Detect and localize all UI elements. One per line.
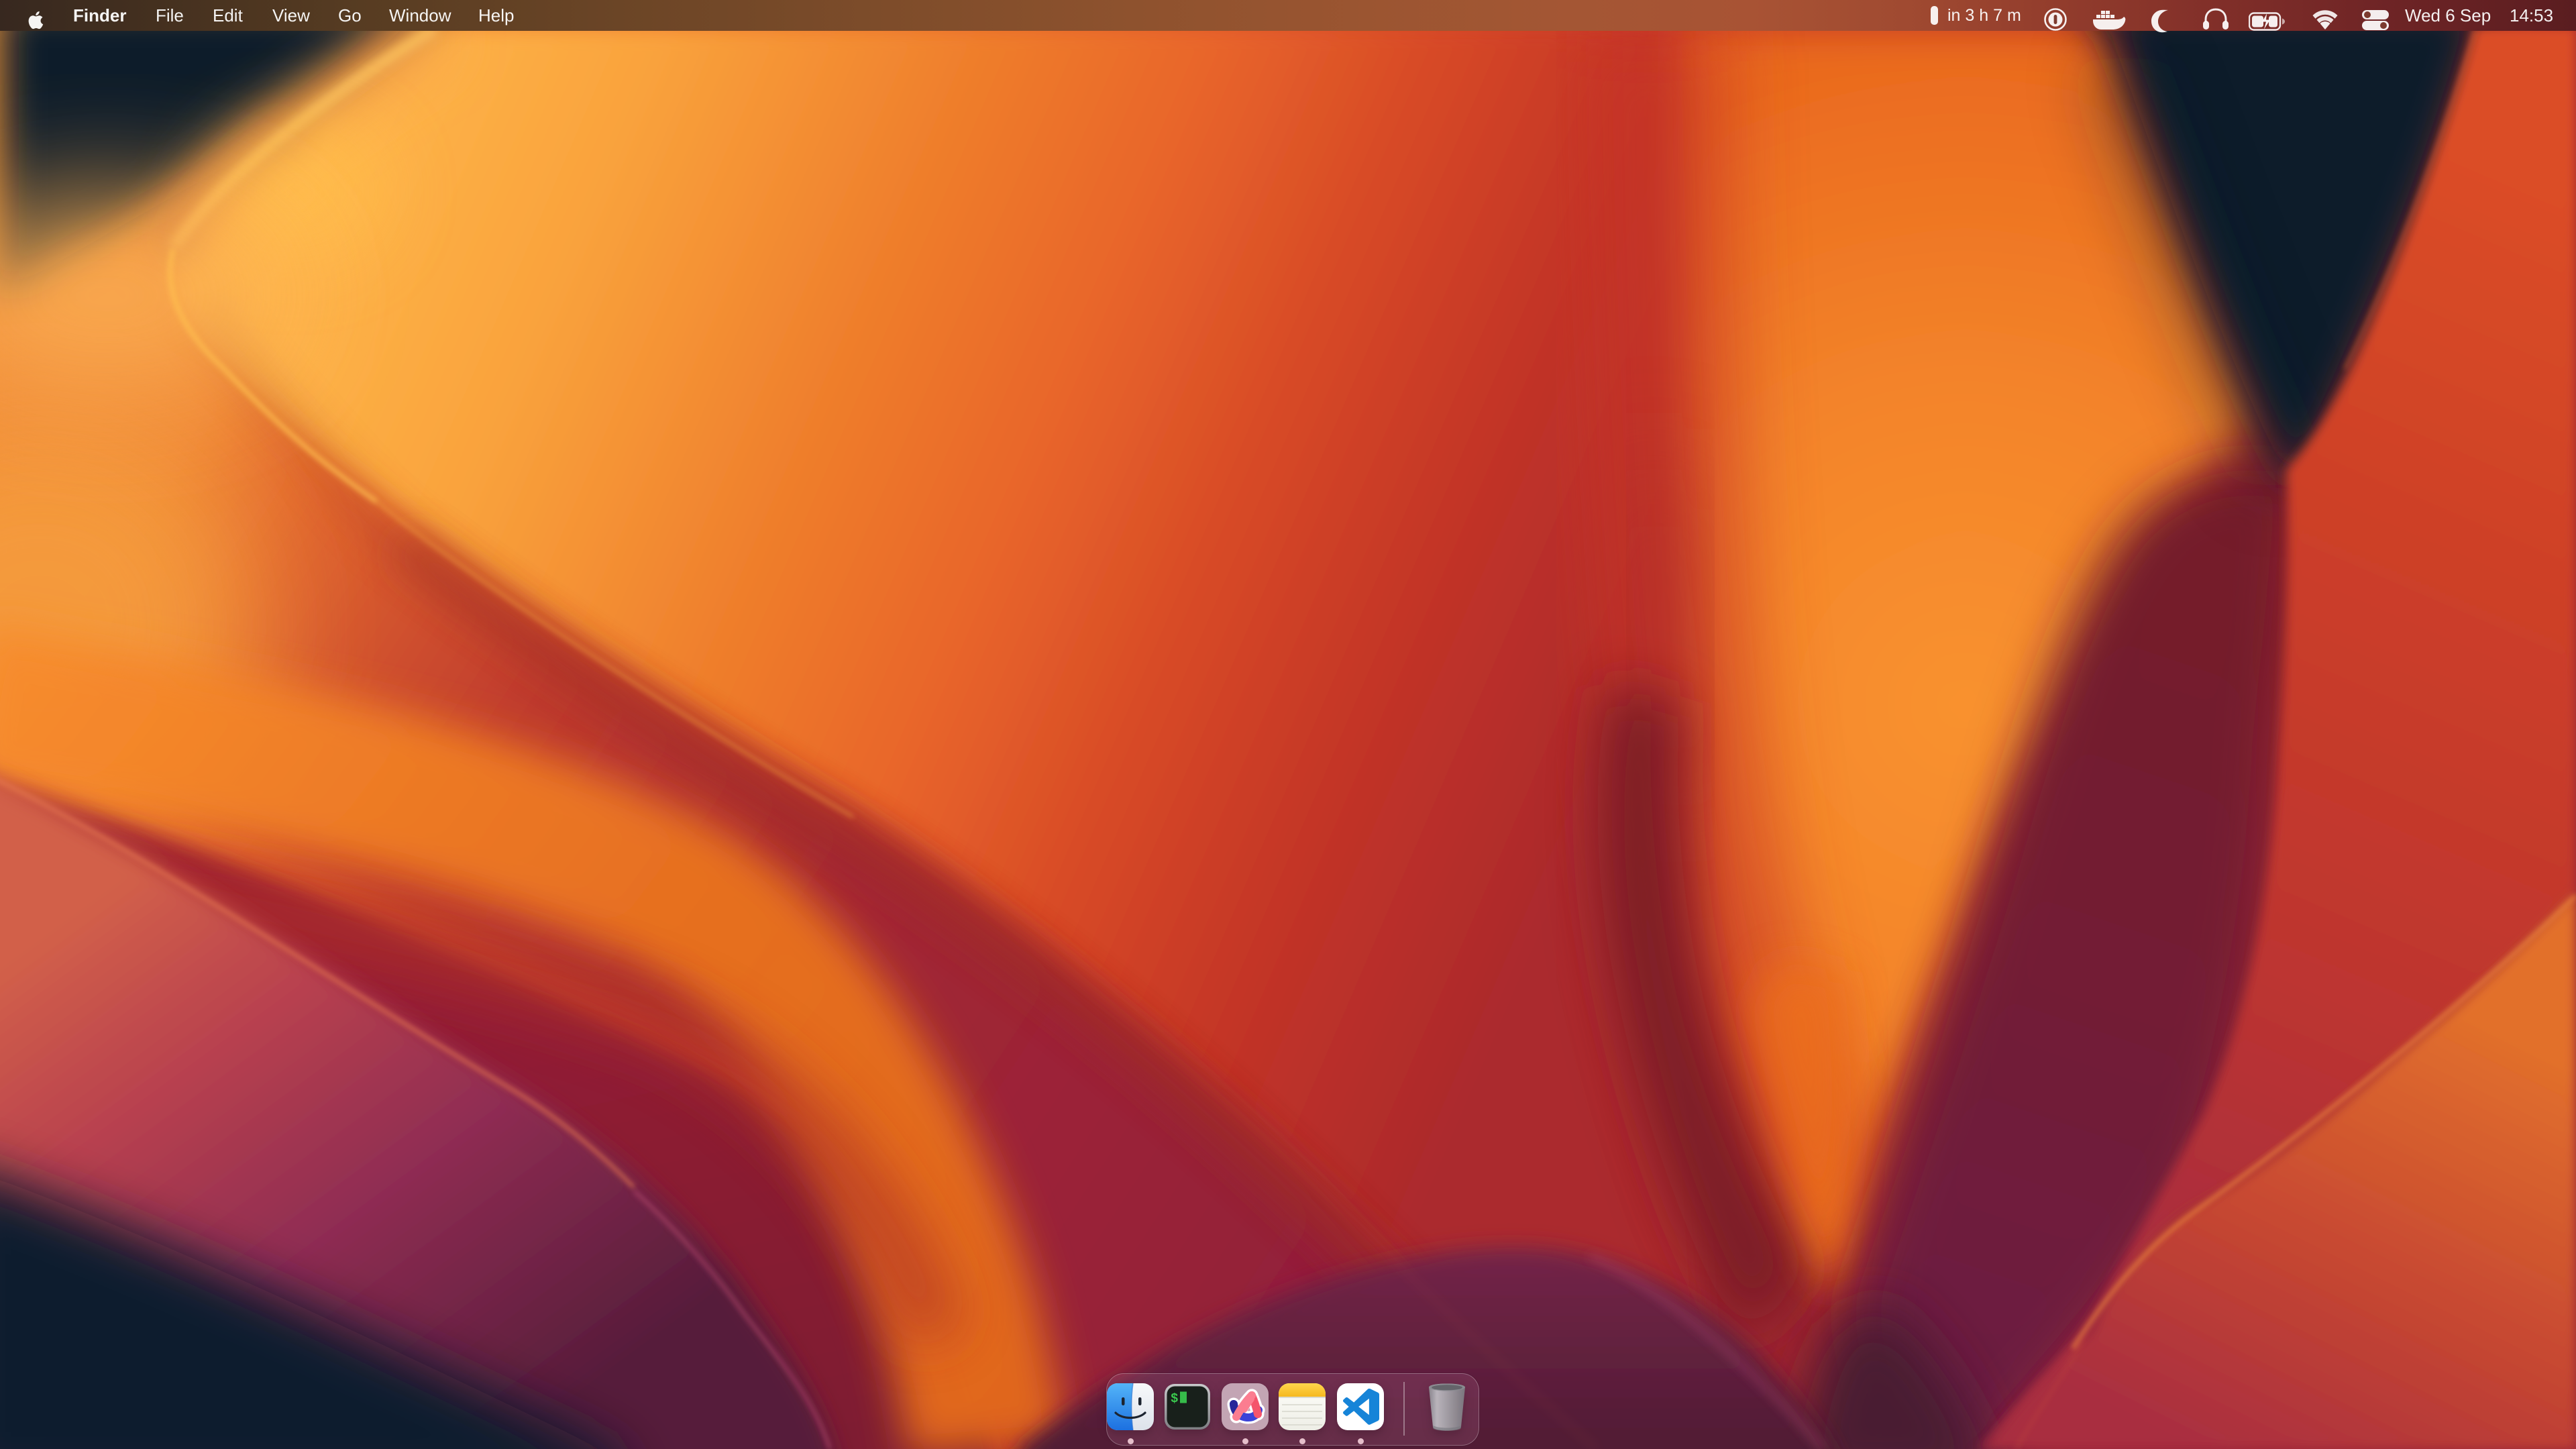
- svg-text:$: $: [1171, 1391, 1178, 1406]
